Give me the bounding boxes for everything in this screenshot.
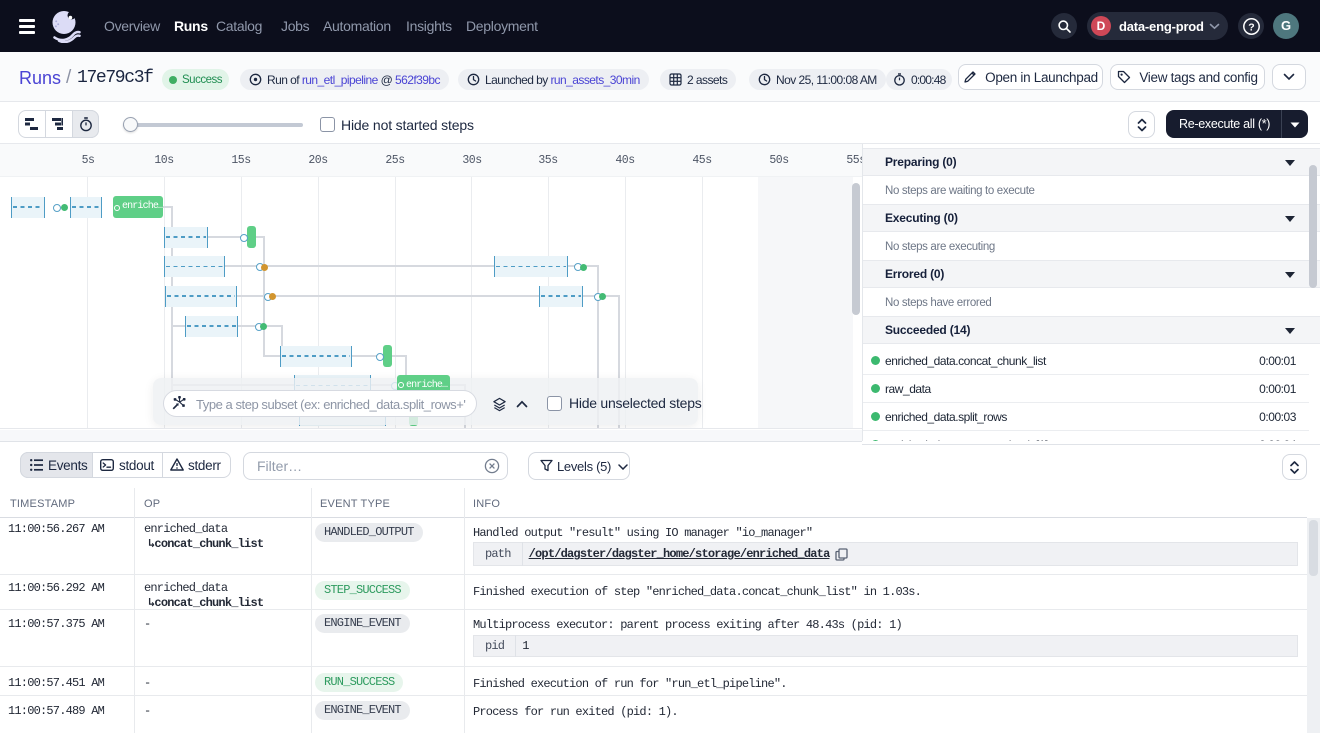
svg-text:?: ? (1248, 21, 1254, 33)
